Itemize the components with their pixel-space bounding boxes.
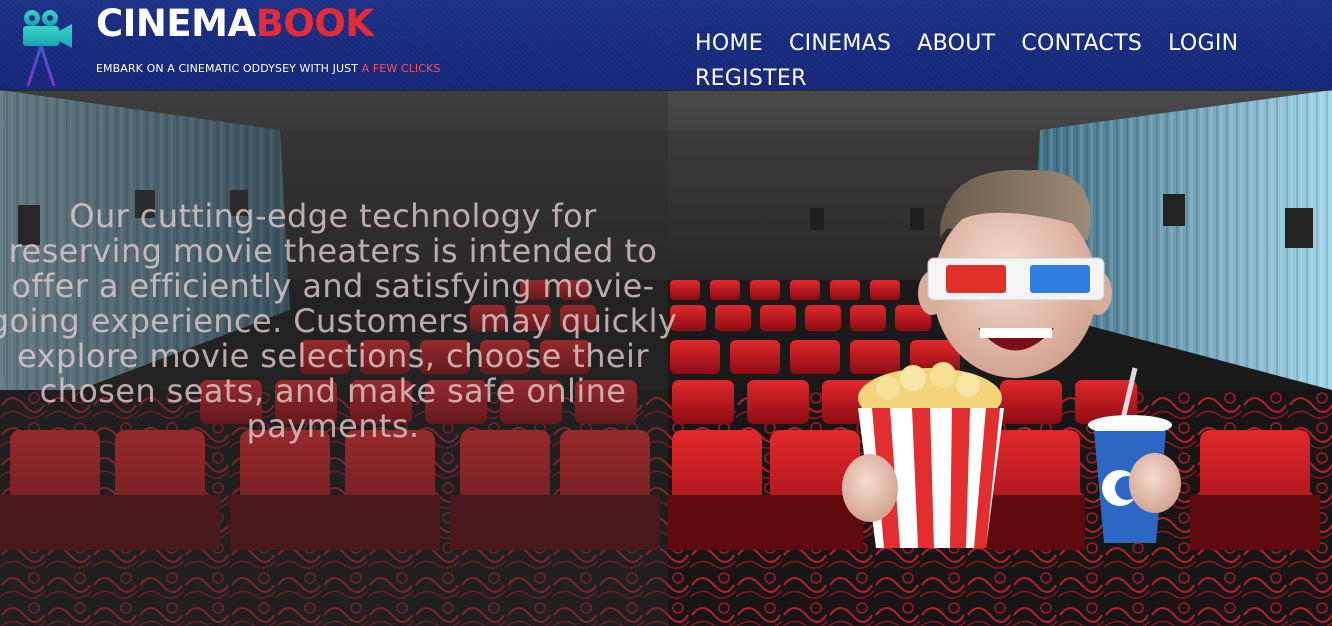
hero-section: Our cutting-edge technology for reservin… bbox=[0, 90, 1332, 626]
popcorn-mascot-icon bbox=[842, 169, 1181, 548]
brand-logo-text[interactable]: CINEMABOOK bbox=[96, 2, 374, 45]
brand-part-cinema: CINEMA bbox=[96, 2, 256, 45]
nav-contacts[interactable]: CONTACTS bbox=[1021, 26, 1142, 61]
tagline-main: EMBARK ON A CINEMATIC ODDYSEY WITH JUST bbox=[96, 62, 362, 75]
nav-about[interactable]: ABOUT bbox=[917, 26, 995, 61]
hero-description: Our cutting-edge technology for reservin… bbox=[0, 197, 678, 445]
nav-cinemas[interactable]: CINEMAS bbox=[789, 26, 891, 61]
site-header: CINEMABOOK EMBARK ON A CINEMATIC ODDYSEY… bbox=[0, 0, 1332, 91]
movie-camera-icon[interactable] bbox=[18, 6, 76, 88]
nav-register[interactable]: REGISTER bbox=[695, 61, 807, 96]
nav-home[interactable]: HOME bbox=[695, 26, 763, 61]
tagline-accent: A FEW CLICKS bbox=[361, 62, 441, 75]
tagline: EMBARK ON A CINEMATIC ODDYSEY WITH JUST … bbox=[96, 62, 440, 75]
brand-part-book: BOOK bbox=[255, 2, 374, 45]
main-nav: HOME CINEMAS ABOUT CONTACTS LOGIN REGIST… bbox=[695, 26, 1295, 96]
nav-login[interactable]: LOGIN bbox=[1168, 26, 1238, 61]
